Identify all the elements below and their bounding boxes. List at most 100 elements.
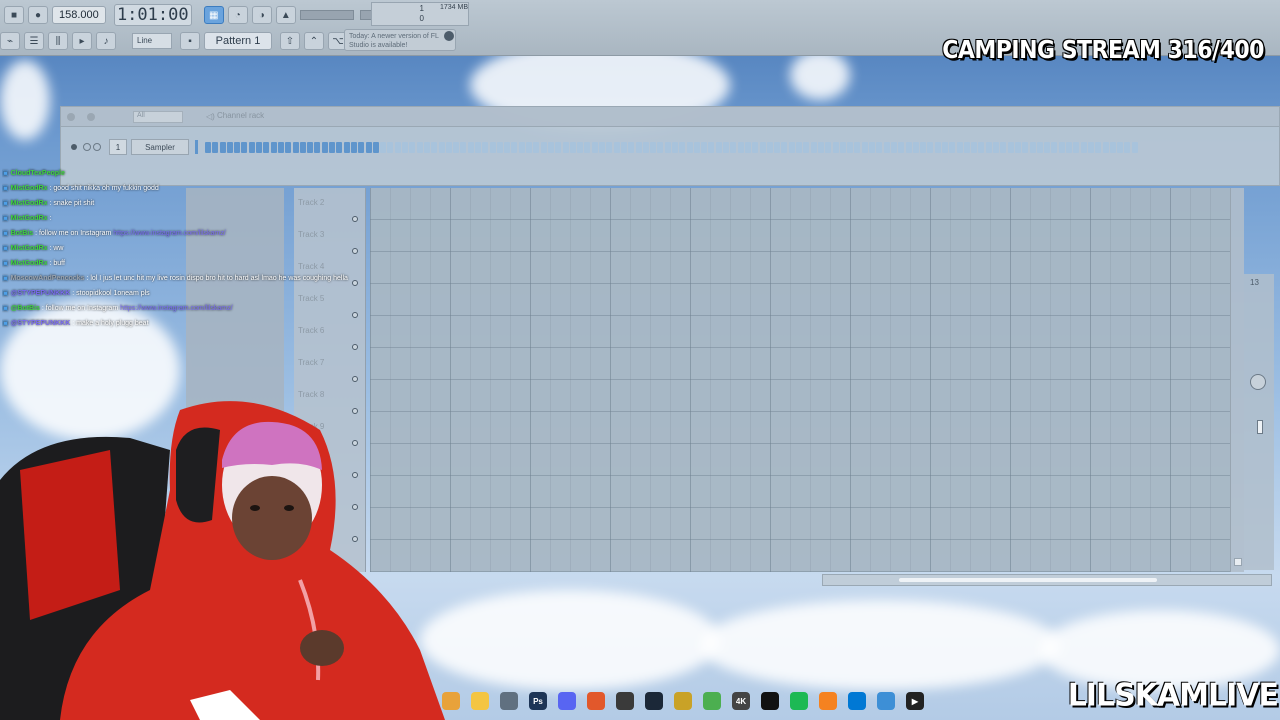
step-button[interactable] [861,142,868,153]
channel-mixer-number[interactable]: 1 [109,139,127,155]
step-button[interactable] [752,142,759,153]
step-button[interactable] [1000,142,1007,153]
step-button[interactable] [642,142,649,153]
step-button[interactable] [1044,142,1051,153]
step-button[interactable] [226,142,233,153]
step-button[interactable] [431,142,438,153]
step-button[interactable] [730,142,737,153]
step-button[interactable] [380,142,387,153]
step-button[interactable] [489,142,496,153]
chrome-icon[interactable] [442,692,460,710]
photoshop-icon[interactable]: Ps [529,692,547,710]
step-button[interactable] [759,142,766,153]
step-button[interactable] [686,142,693,153]
chat-username[interactable]: MistGodRx [11,200,48,207]
chat-username[interactable]: MistGodRx [11,185,48,192]
step-button[interactable] [1066,142,1073,153]
folder-icon[interactable] [471,692,489,710]
scrollbar-corner[interactable] [1234,558,1242,566]
notes-icon[interactable] [674,692,692,710]
capcut-icon[interactable] [761,692,779,710]
chat-username[interactable]: MoscowAndPencocks [11,275,85,282]
step-button[interactable] [372,142,379,153]
chat-username[interactable]: @BotBis [11,305,40,312]
step-button[interactable] [569,142,576,153]
step-button[interactable] [256,142,263,153]
step-button[interactable] [766,142,773,153]
step-button[interactable] [825,142,832,153]
step-button[interactable] [744,142,751,153]
snap-mode-select[interactable]: Line [132,33,172,49]
step-button[interactable] [788,142,795,153]
step-button[interactable] [832,142,839,153]
news-ticker[interactable]: Today: A newer version of FL Studio is a… [344,29,456,51]
step-button[interactable] [409,142,416,153]
wand-icon[interactable]: ⌁ [0,32,20,50]
pattern-prev-button[interactable]: ▪ [180,32,200,50]
step-button[interactable] [307,142,314,153]
horizontal-scroll-thumb[interactable] [899,578,1157,582]
step-button[interactable] [1131,142,1138,153]
step-button[interactable] [839,142,846,153]
step-button[interactable] [701,142,708,153]
step-button[interactable] [715,142,722,153]
step-button[interactable] [219,142,226,153]
step-button[interactable] [803,142,810,153]
step-button[interactable] [350,142,357,153]
track-label[interactable]: Track 7 [298,358,324,367]
step-button[interactable] [270,142,277,153]
step-button[interactable] [438,142,445,153]
step-button[interactable] [1080,142,1087,153]
step-button[interactable] [628,142,635,153]
step-button[interactable] [562,142,569,153]
media-player-icon[interactable]: ▶ [906,692,924,710]
step-button[interactable] [358,142,365,153]
step-button[interactable] [387,142,394,153]
step-button[interactable] [496,142,503,153]
channel-filter-select[interactable]: All [133,111,183,123]
step-button[interactable] [737,142,744,153]
chat-link[interactable]: https://www.instagram.com/lilskamz/ [113,230,225,237]
step-button[interactable] [905,142,912,153]
step-button[interactable] [920,142,927,153]
step-button[interactable] [847,142,854,153]
fl-studio-icon[interactable] [819,692,837,710]
calculator-icon[interactable] [500,692,518,710]
step-button[interactable] [672,142,678,153]
step-button[interactable] [277,142,284,153]
step-button[interactable] [1109,142,1116,153]
step-button[interactable] [518,142,525,153]
step-button[interactable] [336,142,343,153]
step-button[interactable] [511,142,518,153]
step-button[interactable] [1124,142,1131,153]
step-button[interactable] [708,142,715,153]
step-button[interactable] [577,142,584,153]
step-button[interactable] [1007,142,1014,153]
step-button[interactable] [1087,142,1094,153]
record-button[interactable]: ● [28,6,48,24]
step-button[interactable] [890,142,897,153]
track-mute-button[interactable] [352,344,358,350]
audio-tool-icon[interactable]: 4K [732,692,750,710]
step-button[interactable] [781,142,788,153]
master-volume-slider[interactable] [299,10,354,20]
step-button[interactable] [1022,142,1029,153]
menu-icon[interactable] [67,113,75,121]
azure-icon[interactable] [848,692,866,710]
steam-icon[interactable] [645,692,663,710]
step-button[interactable] [547,142,554,153]
step-button[interactable] [956,142,963,153]
step-button[interactable] [883,142,890,153]
insert-pan-knob[interactable] [1250,374,1266,390]
ctrl-tool-icon[interactable]: ⌃ [304,32,324,50]
step-button[interactable] [584,142,591,153]
mixer-icon[interactable]: ⫼ [48,32,68,50]
step-button[interactable] [504,142,511,153]
step-button[interactable] [810,142,817,153]
step-button[interactable] [453,142,460,153]
countdown-button[interactable]: ▲ [275,6,296,24]
step-button[interactable] [1073,142,1080,153]
step-button[interactable] [613,142,620,153]
step-button[interactable] [993,142,1000,153]
playlist-vertical-scrollbar[interactable] [1230,188,1244,572]
